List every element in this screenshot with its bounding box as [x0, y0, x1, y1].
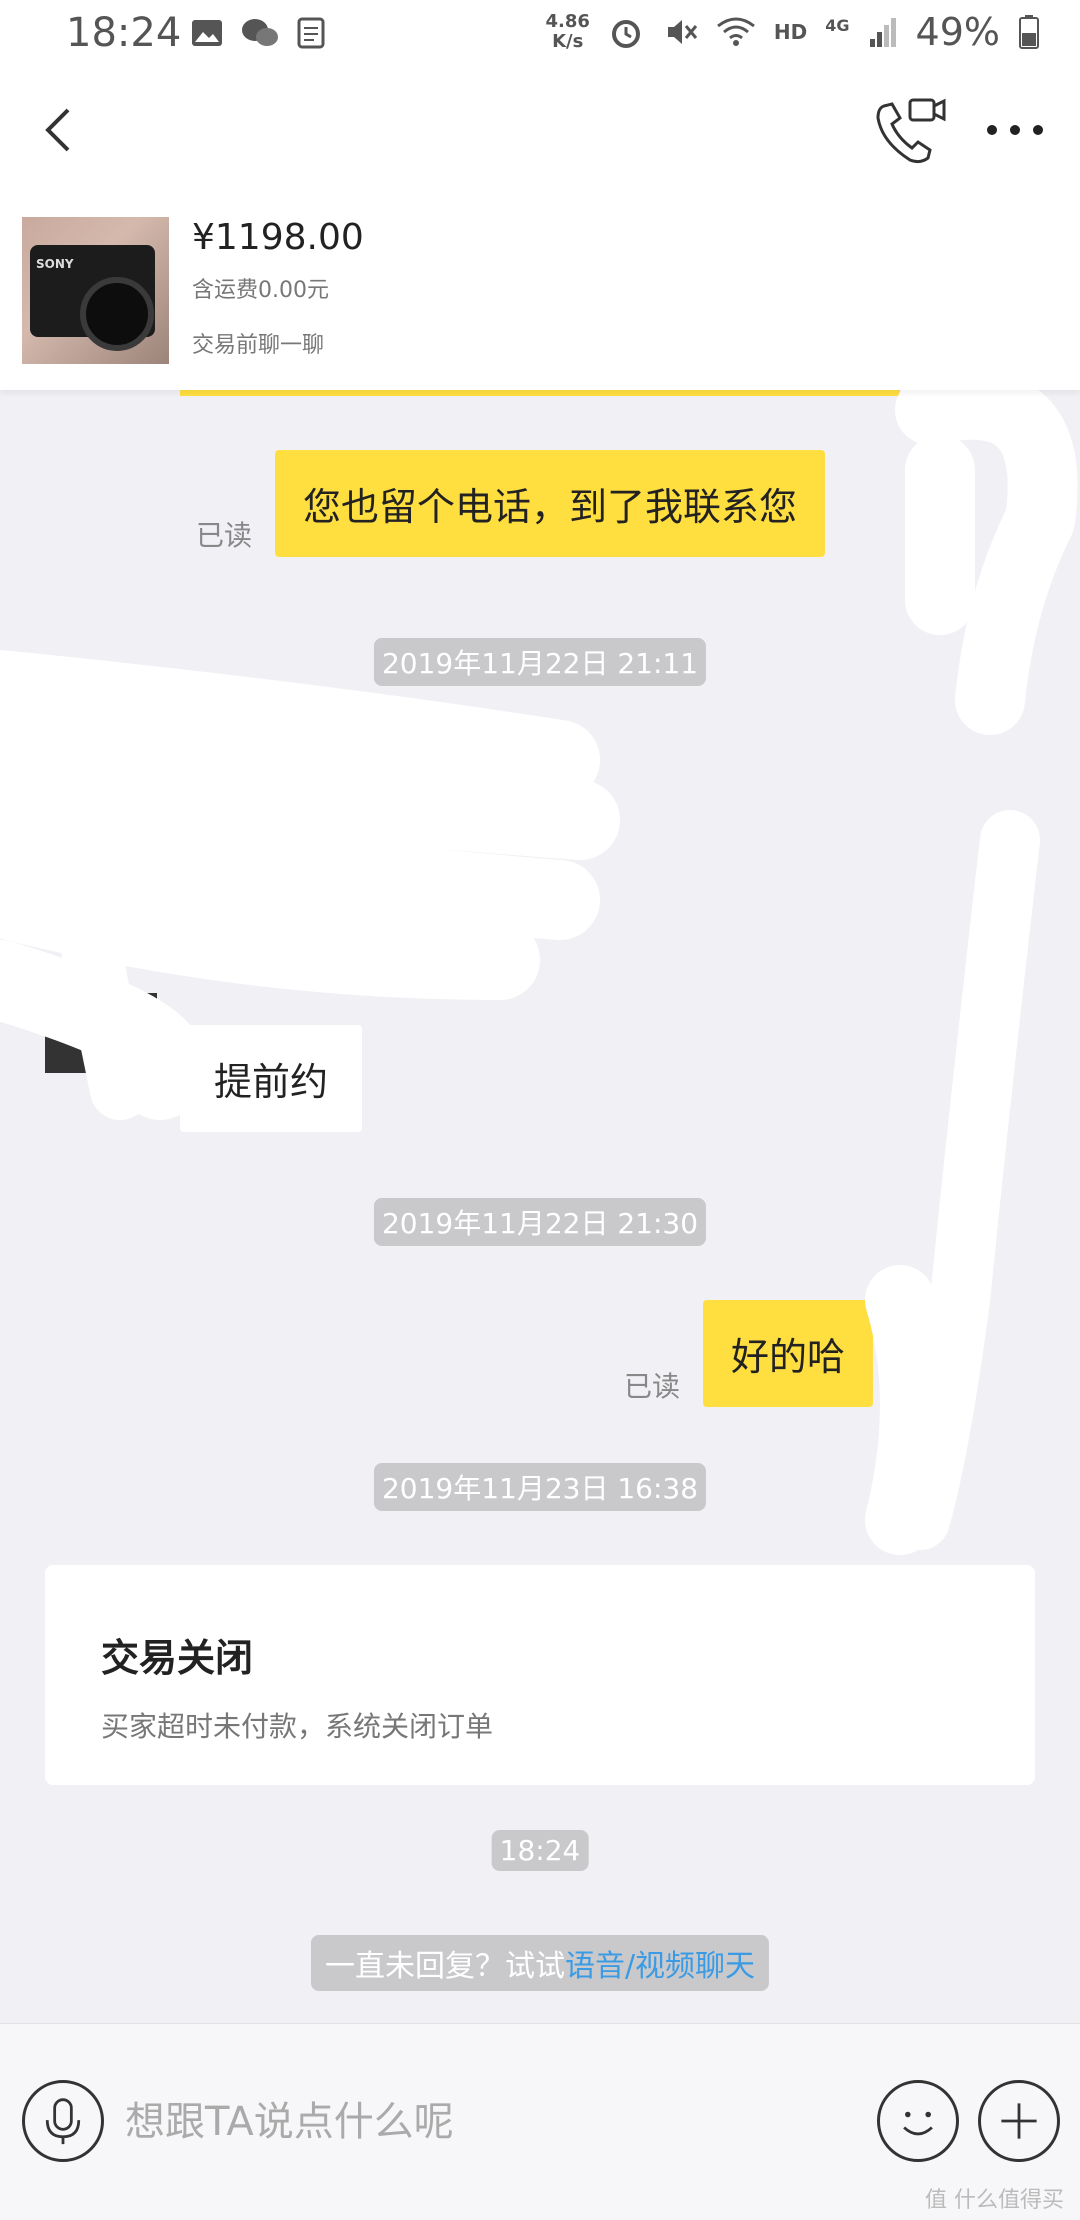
status-right-group: 4.86 K/s HD 4G 49%: [546, 10, 1041, 54]
watermark: 值 什么值得买: [925, 2188, 1064, 2213]
phone-video-icon[interactable]: [870, 92, 950, 172]
product-price: ¥1198.00: [192, 217, 364, 258]
camera-brand-label: SONY: [36, 257, 74, 271]
message-bubble-mine[interactable]: 好的哈: [703, 1300, 874, 1407]
product-thumbnail[interactable]: SONY: [22, 217, 169, 364]
call-suggestion: 一直未回复？试试语音/视频聊天: [310, 1935, 770, 1991]
voice-video-chat-link[interactable]: 语音/视频聊天: [565, 1949, 755, 1984]
alarm-icon: [611, 20, 640, 48]
smiley-icon[interactable]: [877, 2080, 959, 2162]
top-nav-bar: [0, 70, 1080, 195]
card-subtitle: 买家超时未付款，系统关闭订单: [101, 1710, 494, 1743]
product-hint: 交易前聊一聊: [192, 333, 325, 358]
camera-lens-shape: [80, 277, 154, 351]
message-bubble-mine[interactable]: 您也留个电话，到了我联系您: [275, 450, 826, 557]
timestamp: 18:24: [491, 1830, 589, 1871]
avatar[interactable]: [45, 993, 157, 1073]
plus-icon[interactable]: [978, 2080, 1060, 2162]
timestamp: 2019年11月22日 21:11: [373, 638, 707, 686]
document-icon: [297, 17, 325, 49]
timestamp: 2019年11月22日 21:30: [373, 1198, 707, 1246]
battery-icon: [1019, 15, 1039, 49]
read-receipt: 已读: [624, 1370, 681, 1403]
message-input-bar: 想跟TA说点什么呢 值 什么值得买: [0, 2023, 1080, 2220]
chevron-left-icon[interactable]: [30, 100, 90, 160]
wechat-icon: [242, 19, 278, 46]
card-title: 交易关闭: [101, 1636, 254, 1680]
read-receipt: 已读: [196, 519, 253, 552]
gallery-icon: [192, 20, 222, 46]
status-bar: 18:24 4.86 K/s HD 4G 49%: [0, 0, 1080, 70]
signal-type: 4G: [825, 15, 850, 35]
status-time: 18:24: [66, 10, 182, 56]
mute-icon: [667, 20, 698, 44]
battery-percent: 49%: [915, 10, 1000, 54]
microphone-icon[interactable]: [22, 2080, 104, 2162]
network-type: HD: [773, 20, 808, 44]
network-speed: 4.86 K/s: [545, 11, 590, 52]
more-horizontal-icon[interactable]: [980, 110, 1050, 150]
wifi-icon: [717, 17, 755, 46]
signal-icon: [869, 18, 896, 47]
message-bubble-partial: [180, 390, 900, 396]
timestamp: 2019年11月23日 16:38: [373, 1463, 707, 1511]
message-input[interactable]: 想跟TA说点什么呢: [125, 2089, 454, 2147]
chat-area[interactable]: 已读 您也留个电话，到了我联系您 2019年11月22日 21:11 提前约 2…: [0, 390, 1080, 2023]
product-summary[interactable]: SONY ¥1198.00 含运费0.00元 交易前聊一聊: [0, 195, 1080, 390]
transaction-closed-card[interactable]: 交易关闭 买家超时未付款，系统关闭订单: [45, 1565, 1035, 1785]
product-shipping: 含运费0.00元: [192, 278, 329, 303]
message-bubble-other[interactable]: 提前约: [180, 1025, 363, 1132]
call-suggestion-text: 一直未回复？试试: [324, 1949, 565, 1984]
